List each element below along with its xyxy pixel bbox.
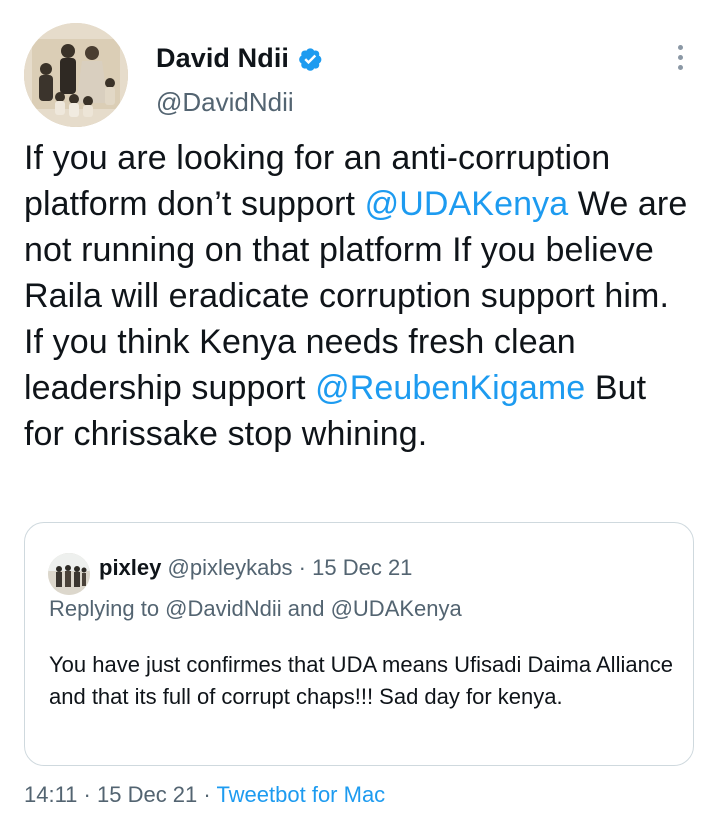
author-handle[interactable]: @DavidNdii (156, 87, 294, 118)
quoted-author-name[interactable]: pixley (99, 555, 161, 580)
family-photo-icon (24, 23, 128, 127)
quoted-tweet-header: pixley @pixleykabs · 15 Dec 21 (99, 555, 412, 581)
quoted-author-avatar[interactable] (48, 553, 90, 595)
footer-separator: · (77, 782, 97, 807)
mention-link-udakenya[interactable]: @UDAKenya (365, 185, 569, 223)
mention-link-reubenkigame[interactable]: @ReubenKigame (315, 369, 585, 407)
quoted-tweet-body: You have just confirmes that UDA means U… (49, 652, 674, 709)
quoted-tweet-date[interactable]: 15 Dec 21 (312, 555, 412, 580)
quoted-author-handle[interactable]: @pixleykabs (168, 555, 293, 580)
tweet-time[interactable]: 14:11 (24, 782, 77, 807)
tweet-date[interactable]: 15 Dec 21 (97, 782, 197, 807)
tweet-text: If you are looking for an anti-corruptio… (24, 135, 694, 457)
tweet-source-link[interactable]: Tweetbot for Mac (216, 782, 385, 807)
replying-to-text: Replying to @DavidNdii and @UDAKenya (49, 596, 462, 621)
more-vertical-icon[interactable] (674, 45, 686, 75)
tweet-footer: 14:11 · 15 Dec 21 · Tweetbot for Mac (24, 782, 385, 808)
author-display-name[interactable]: David Ndii (156, 43, 289, 74)
tweet-header: David Ndii @DavidNdii (24, 23, 696, 128)
group-photo-icon (48, 553, 90, 595)
verified-badge-icon (297, 46, 323, 72)
footer-separator: · (197, 782, 217, 807)
author-avatar[interactable] (24, 23, 128, 127)
meta-separator: · (292, 555, 313, 580)
author-name-row: David Ndii (156, 43, 323, 74)
quoted-tweet-card[interactable]: pixley @pixleykabs · 15 Dec 21 Replying … (24, 522, 694, 766)
